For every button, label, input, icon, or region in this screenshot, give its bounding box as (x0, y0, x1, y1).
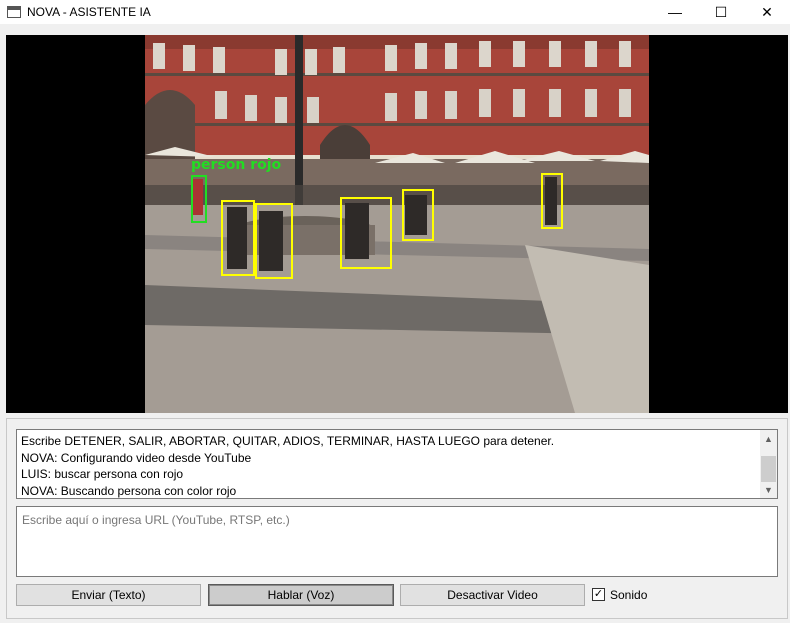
chat-line: NOVA: Buscando persona con color rojo (21, 483, 237, 498)
scroll-down-arrow-icon[interactable]: ▼ (760, 481, 777, 498)
title-bar: NOVA - ASISTENTE IA — ☐ ✕ (0, 0, 790, 24)
detection-box (255, 203, 293, 279)
chat-line: NOVA: Configurando video desde YouTube (21, 450, 252, 465)
chat-log[interactable]: Escribe DETENER, SALIR, ABORTAR, QUITAR,… (16, 429, 778, 499)
app-window-icon (7, 6, 21, 18)
video-display: person rojo (6, 35, 788, 413)
scroll-thumb[interactable] (761, 456, 776, 482)
message-input-placeholder: Escribe aquí o ingresa URL (YouTube, RTS… (22, 513, 290, 527)
window-controls: — ☐ ✕ (652, 0, 790, 24)
detection-box (541, 173, 563, 229)
detection-label: person rojo (191, 157, 282, 173)
detection-box (221, 200, 255, 276)
close-button[interactable]: ✕ (744, 0, 790, 24)
check-icon: ✓ (593, 588, 604, 600)
toggle-video-button[interactable]: Desactivar Video (400, 584, 585, 606)
video-frame: person rojo (145, 35, 649, 413)
chat-line: LUIS: buscar persona con rojo (21, 467, 184, 481)
maximize-button[interactable]: ☐ (698, 0, 744, 24)
chat-line: Escribe DETENER, SALIR, ABORTAR, QUITAR,… (21, 434, 555, 448)
sound-checkbox-label[interactable]: Sonido (610, 588, 647, 602)
send-text-button[interactable]: Enviar (Texto) (16, 584, 201, 606)
detection-box (340, 197, 392, 269)
detection-box-target (191, 175, 207, 223)
chat-lines: Escribe DETENER, SALIR, ABORTAR, QUITAR,… (21, 433, 757, 499)
window-title: NOVA - ASISTENTE IA (27, 5, 151, 19)
minimize-button[interactable]: — (652, 0, 698, 24)
chat-scrollbar[interactable]: ▲ ▼ (760, 430, 777, 498)
speak-voice-button[interactable]: Hablar (Voz) (208, 584, 394, 606)
message-input[interactable]: Escribe aquí o ingresa URL (YouTube, RTS… (16, 506, 778, 577)
scroll-up-arrow-icon[interactable]: ▲ (760, 430, 777, 447)
detection-box (402, 189, 434, 241)
sound-checkbox[interactable]: ✓ (592, 588, 605, 601)
